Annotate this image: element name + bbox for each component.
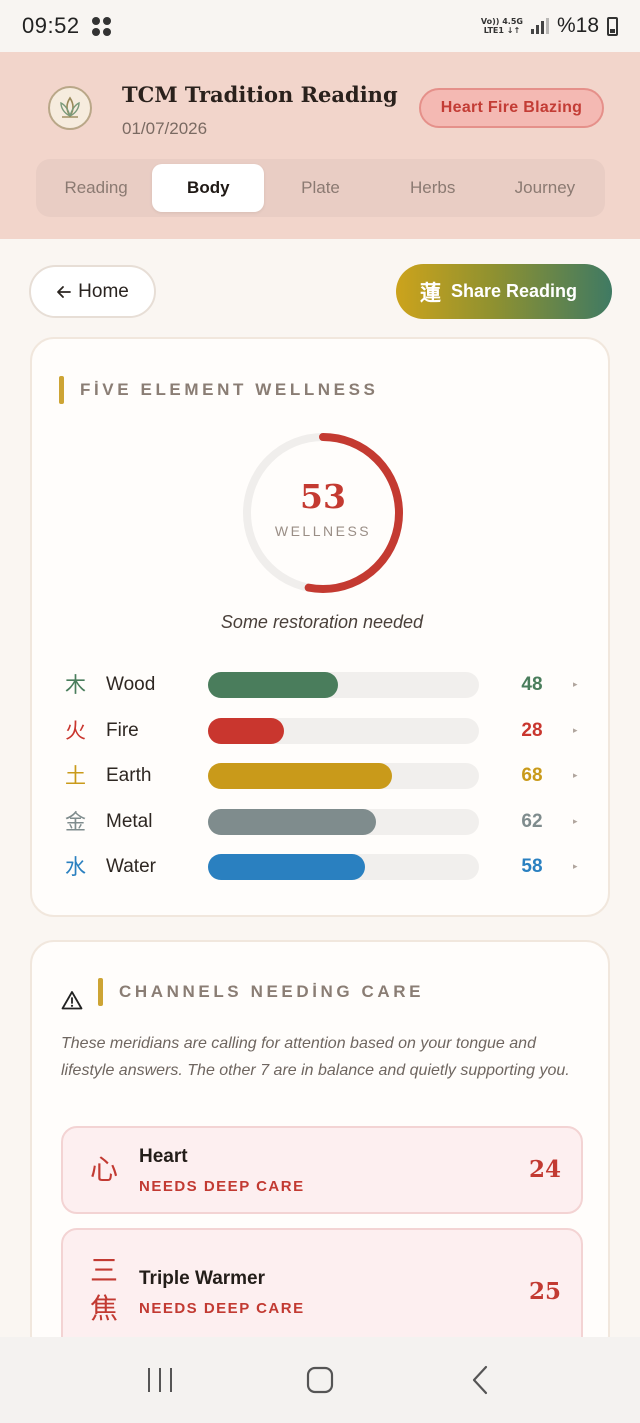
home-button-label: Home — [78, 280, 129, 302]
element-value: 48 — [521, 674, 543, 695]
channel-item-heart[interactable]: 心 Heart NEEDS DEEP CARE 24 — [61, 1126, 583, 1214]
arrow-left-icon — [57, 285, 72, 298]
status-badge[interactable]: Heart Fire Blazing — [419, 88, 604, 128]
battery-icon — [607, 16, 618, 36]
battery-percent: %18 — [556, 14, 599, 37]
status-time: 09:52 — [22, 13, 80, 38]
water-char-icon: 水 — [65, 855, 86, 879]
element-bar-fill — [208, 672, 338, 698]
channels-heading: CHANNELS NEEDİNG CARE — [98, 978, 424, 1006]
tab-body[interactable]: Body — [152, 164, 265, 212]
system-nav-bar — [0, 1337, 640, 1423]
channel-name: Triple Warmer — [139, 1268, 266, 1289]
earth-char-icon: 土 — [65, 764, 86, 788]
lotus-glyph-icon: 蓮 — [420, 281, 441, 305]
heart-char-icon: 心 — [89, 1153, 118, 1186]
tab-reading[interactable]: Reading — [40, 164, 152, 212]
status-indicators: Vo)) 4.5G LTE1 ↓↑ %18 — [481, 14, 618, 38]
element-row-earth[interactable]: 土 Earth 68 ▸ — [32, 761, 612, 791]
metal-char-icon: 金 — [65, 810, 86, 834]
back-nav-button[interactable] — [450, 1360, 510, 1400]
chevron-right-icon[interactable]: ▸ — [573, 761, 578, 791]
channel-status: NEEDS DEEP CARE — [139, 1300, 305, 1317]
channel-name: Heart — [139, 1146, 188, 1167]
recent-apps-button[interactable] — [130, 1360, 190, 1400]
home-button[interactable]: Home — [29, 265, 156, 318]
share-reading-button[interactable]: 蓮 Share Reading — [396, 264, 612, 319]
element-row-wood[interactable]: 木 Wood 48 ▸ — [32, 670, 612, 700]
wellness-caption: Some restoration needed — [220, 612, 424, 632]
page-title: TCM Tradition Reading — [122, 82, 398, 107]
notification-icon — [91, 16, 111, 36]
channels-card: CHANNELS NEEDİNG CARE These meridians ar… — [30, 940, 610, 1360]
element-bar-fill — [208, 809, 376, 835]
element-row-fire[interactable]: 火 Fire 28 ▸ — [32, 716, 612, 746]
element-bar-track — [208, 854, 479, 880]
wood-char-icon: 木 — [65, 673, 86, 697]
channel-score: 25 — [528, 1278, 561, 1305]
channel-status: NEEDS DEEP CARE — [139, 1178, 305, 1195]
share-button-label: Share Reading — [451, 281, 578, 301]
chevron-left-icon — [472, 1365, 488, 1395]
element-bar-track — [208, 809, 479, 835]
tab-herbs[interactable]: Herbs — [377, 164, 489, 212]
recents-icon — [148, 1368, 172, 1392]
tab-journey[interactable]: Journey — [489, 164, 601, 212]
element-name: Earth — [106, 765, 152, 786]
element-bar-fill — [208, 763, 392, 789]
five-element-heading: FİVE ELEMENT WELLNESS — [59, 376, 379, 404]
fire-char-icon: 火 — [65, 719, 86, 743]
wellness-score-label: WELLNESS — [274, 523, 372, 539]
element-value: 68 — [521, 765, 543, 786]
reading-date: 01/07/2026 — [122, 119, 208, 138]
status-bar: 09:52 Vo)) 4.5G LTE1 ↓↑ %18 — [0, 0, 640, 52]
home-square-icon — [306, 1366, 334, 1394]
wellness-score: 53 — [300, 477, 346, 516]
chevron-right-icon[interactable]: ▸ — [573, 807, 578, 837]
triple-warmer-char-icon: 三 焦 — [89, 1254, 118, 1325]
tab-plate[interactable]: Plate — [264, 164, 376, 212]
home-nav-button[interactable] — [290, 1360, 350, 1400]
network-icon: Vo)) 4.5G LTE1 ↓↑ — [480, 17, 523, 35]
element-value: 58 — [521, 856, 543, 877]
element-bar-track — [208, 718, 479, 744]
element-value: 62 — [521, 811, 543, 832]
channel-score: 24 — [528, 1156, 561, 1183]
chevron-right-icon[interactable]: ▸ — [573, 852, 578, 882]
element-bar-fill — [208, 718, 284, 744]
element-name: Wood — [106, 674, 156, 695]
element-row-metal[interactable]: 金 Metal 62 ▸ — [32, 807, 612, 837]
warning-icon — [61, 991, 83, 1010]
app-header: TCM Tradition Reading 01/07/2026 Heart F… — [0, 52, 640, 239]
element-bar-fill — [208, 854, 365, 880]
element-bar-track — [208, 672, 479, 698]
lotus-logo-icon — [48, 86, 92, 130]
element-row-water[interactable]: 水 Water 58 ▸ — [32, 852, 612, 882]
chevron-right-icon[interactable]: ▸ — [573, 670, 578, 700]
tab-bar: Reading Body Plate Herbs Journey — [36, 159, 605, 217]
element-bar-track — [208, 763, 479, 789]
element-name: Metal — [106, 811, 153, 832]
element-name: Water — [106, 856, 156, 877]
chevron-right-icon[interactable]: ▸ — [573, 716, 578, 746]
five-element-card: FİVE ELEMENT WELLNESS 53 WELLNESS Some r… — [30, 337, 610, 917]
channels-description: These meridians are calling for attentio… — [61, 1035, 570, 1079]
element-value: 28 — [521, 720, 543, 741]
element-name: Fire — [106, 720, 139, 741]
signal-icon — [530, 18, 549, 34]
